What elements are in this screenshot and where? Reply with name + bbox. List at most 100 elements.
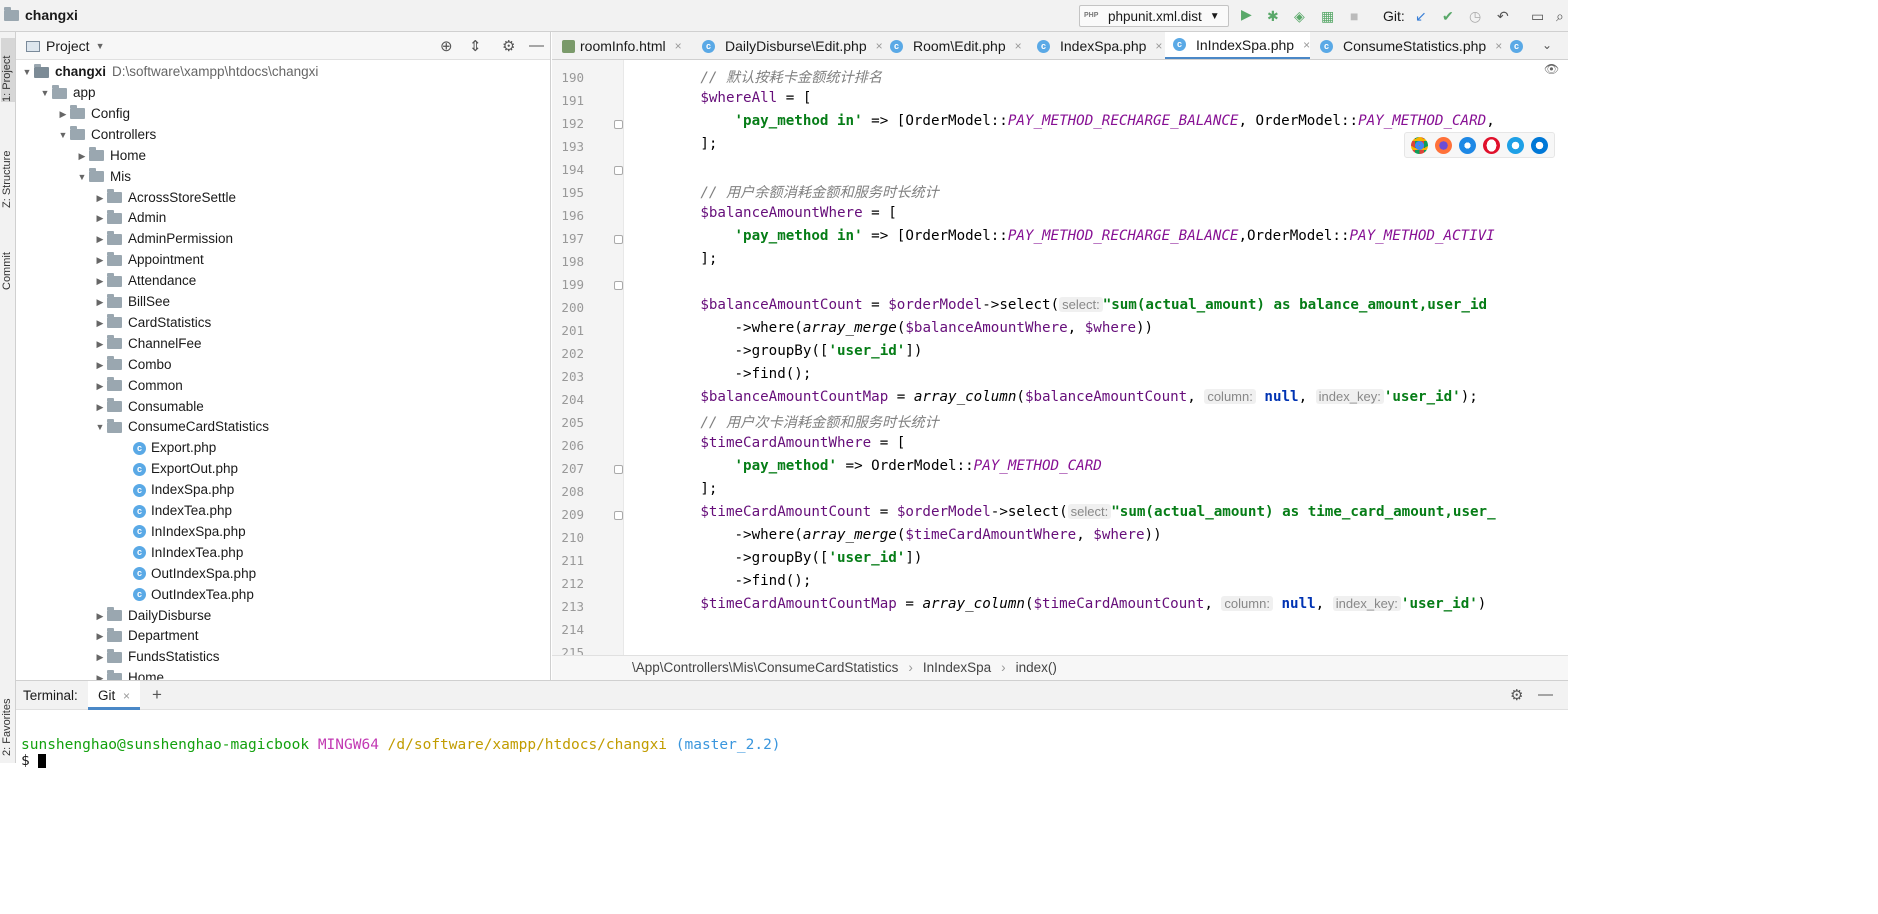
editor-tab[interactable]: c IndexSpa.php × xyxy=(1029,32,1162,59)
breadcrumb-class[interactable]: InIndexSpa xyxy=(923,656,991,680)
editor-tab[interactable]: roomInfo.html × xyxy=(554,32,682,59)
tree-folder-item[interactable]: ▶ AdminPermission xyxy=(93,229,233,249)
tab-favorites[interactable]: 2: Favorites xyxy=(1,684,13,756)
tree-folder-item[interactable]: ▼ Controllers xyxy=(56,125,156,145)
ie-icon[interactable] xyxy=(1507,137,1524,154)
tree-folder-item[interactable]: ▶ Admin xyxy=(93,208,166,228)
collapse-all-icon[interactable]: ⇕ xyxy=(469,37,482,55)
locate-icon[interactable]: ⊕ xyxy=(440,37,453,55)
tree-folder-item[interactable]: ▶ Combo xyxy=(93,355,172,375)
collapsed-arrow-icon[interactable]: ▶ xyxy=(93,292,107,312)
editor-tab[interactable]: c ConsumeStatistics.php × xyxy=(1312,32,1502,59)
eye-icon[interactable]: 👁 xyxy=(1544,62,1559,76)
vcs-history-icon[interactable]: ◷ xyxy=(1469,8,1481,25)
gear-icon[interactable]: ⚙ xyxy=(1510,686,1523,704)
tree-file-item[interactable]: c InIndexSpa.php xyxy=(133,522,246,542)
fold-marker-icon[interactable] xyxy=(614,465,623,474)
tree-root[interactable]: ▼ changxi D:\software\xampp\htdocs\chang… xyxy=(20,62,318,82)
fold-marker-icon[interactable] xyxy=(614,511,623,520)
collapsed-arrow-icon[interactable]: ▶ xyxy=(93,668,107,680)
project-view-select[interactable]: Project ▼ xyxy=(26,38,105,54)
gear-icon[interactable]: ⚙ xyxy=(502,37,515,55)
terminal-tab-git[interactable]: Git × xyxy=(88,681,141,710)
opera-icon[interactable] xyxy=(1483,137,1500,154)
tree-folder-item[interactable]: ▶ AcrossStoreSettle xyxy=(93,188,236,208)
collapsed-arrow-icon[interactable]: ▶ xyxy=(93,229,107,249)
collapsed-arrow-icon[interactable]: ▶ xyxy=(93,208,107,228)
tree-folder-item[interactable]: ▶ DailyDisburse xyxy=(93,606,211,626)
expanded-arrow-icon[interactable]: ▼ xyxy=(38,83,52,103)
tree-file-item[interactable]: c IndexTea.php xyxy=(133,501,232,521)
tree-folder-item[interactable]: ▶ Common xyxy=(93,376,183,396)
collapsed-arrow-icon[interactable]: ▶ xyxy=(93,313,107,333)
fold-marker-icon[interactable] xyxy=(614,235,623,244)
tree-folder-item[interactable]: ▶ Home xyxy=(93,668,164,680)
run-icon[interactable]: ▶ xyxy=(1241,6,1252,23)
expanded-arrow-icon[interactable]: ▼ xyxy=(93,417,107,437)
fold-marker-icon[interactable] xyxy=(614,166,623,175)
tree-folder-item[interactable]: ▶ Department xyxy=(93,626,199,646)
php-class-file-icon[interactable]: c xyxy=(1510,40,1523,53)
tree-folder-item[interactable]: ▶ FundsStatistics xyxy=(93,647,220,667)
close-icon[interactable]: × xyxy=(1155,32,1162,59)
tree-folder-item[interactable]: ▶ Home xyxy=(75,146,146,166)
close-icon[interactable]: × xyxy=(1303,32,1310,59)
stop-icon[interactable]: ■ xyxy=(1350,8,1358,24)
code-view[interactable]: ]; // 默认按耗卡金额统计排名 $whereAll = [ 'pay_met… xyxy=(624,60,1568,655)
minimize-icon[interactable]: — xyxy=(529,37,544,54)
tab-commit[interactable]: Commit xyxy=(1,230,13,290)
expand-arrow-icon[interactable]: ▼ xyxy=(20,62,34,82)
new-terminal-tab-icon[interactable]: + xyxy=(152,685,162,705)
collapsed-arrow-icon[interactable]: ▶ xyxy=(93,188,107,208)
collapsed-arrow-icon[interactable]: ▶ xyxy=(93,334,107,354)
collapsed-arrow-icon[interactable]: ▶ xyxy=(93,271,107,291)
minimize-icon[interactable]: — xyxy=(1538,686,1553,703)
vcs-update-icon[interactable]: ↙ xyxy=(1415,8,1427,25)
breadcrumb-path[interactable]: \App\Controllers\Mis\ConsumeCardStatisti… xyxy=(632,656,898,680)
tree-file-item[interactable]: c IndexSpa.php xyxy=(133,480,234,500)
tab-project[interactable]: 1: Project xyxy=(1,38,15,102)
tree-folder-item[interactable]: ▶ Attendance xyxy=(93,271,196,291)
tree-file-item[interactable]: c Export.php xyxy=(133,438,216,458)
expanded-arrow-icon[interactable]: ▼ xyxy=(56,125,70,145)
vcs-commit-icon[interactable]: ✔ xyxy=(1442,8,1454,25)
debug-icon[interactable]: ✱ xyxy=(1267,8,1279,25)
tree-file-item[interactable]: c OutIndexTea.php xyxy=(133,585,254,605)
search-everywhere-icon[interactable]: ⌕ xyxy=(1556,8,1564,25)
tree-file-item[interactable]: c OutIndexSpa.php xyxy=(133,564,256,584)
terminal-prompt-line[interactable]: sunshenghao@sunshenghao-magicbook MINGW6… xyxy=(21,737,781,753)
tree-folder-item[interactable]: ▼ app xyxy=(38,83,96,103)
profile-icon[interactable]: ▦ xyxy=(1321,8,1334,25)
close-icon[interactable]: × xyxy=(1495,32,1502,59)
fold-marker-icon[interactable] xyxy=(614,120,623,129)
collapsed-arrow-icon[interactable]: ▶ xyxy=(93,626,107,646)
close-icon[interactable]: × xyxy=(675,32,682,59)
tab-structure[interactable]: Z: Structure xyxy=(1,128,13,208)
coverage-icon[interactable]: ◈ xyxy=(1294,8,1305,25)
collapsed-arrow-icon[interactable]: ▶ xyxy=(93,376,107,396)
tree-folder-item[interactable]: ▶ ChannelFee xyxy=(93,334,202,354)
collapsed-arrow-icon[interactable]: ▶ xyxy=(93,397,107,417)
close-icon[interactable]: × xyxy=(123,689,130,703)
tree-file-item[interactable]: c InIndexTea.php xyxy=(133,543,243,563)
editor-tab[interactable]: c Room\Edit.php × xyxy=(882,32,1022,59)
project-breadcrumb[interactable]: changxi xyxy=(4,6,78,23)
collapsed-arrow-icon[interactable]: ▶ xyxy=(56,104,70,124)
edge-icon[interactable] xyxy=(1531,137,1548,154)
collapsed-arrow-icon[interactable]: ▶ xyxy=(93,606,107,626)
expanded-arrow-icon[interactable]: ▼ xyxy=(75,167,89,187)
tab-overflow-chevron-icon[interactable]: ⌄ xyxy=(1542,38,1552,52)
collapsed-arrow-icon[interactable]: ▶ xyxy=(93,355,107,375)
tree-folder-item[interactable]: ▼ ConsumeCardStatistics xyxy=(93,417,269,437)
editor-tab[interactable]: c DailyDisburse\Edit.php × xyxy=(694,32,883,59)
collapsed-arrow-icon[interactable]: ▶ xyxy=(93,250,107,270)
chrome-icon[interactable] xyxy=(1411,137,1428,154)
tree-folder-item[interactable]: ▶ Consumable xyxy=(93,397,204,417)
tree-folder-item[interactable]: ▶ Appointment xyxy=(93,250,204,270)
tree-folder-item[interactable]: ▶ BillSee xyxy=(93,292,170,312)
firefox-icon[interactable] xyxy=(1435,137,1452,154)
frame-icon[interactable]: ▭ xyxy=(1531,8,1544,25)
tree-folder-item[interactable]: ▼ Mis xyxy=(75,167,131,187)
run-configuration-select[interactable]: PHP phpunit.xml.dist ▼ xyxy=(1079,5,1229,27)
close-icon[interactable]: × xyxy=(1015,32,1022,59)
